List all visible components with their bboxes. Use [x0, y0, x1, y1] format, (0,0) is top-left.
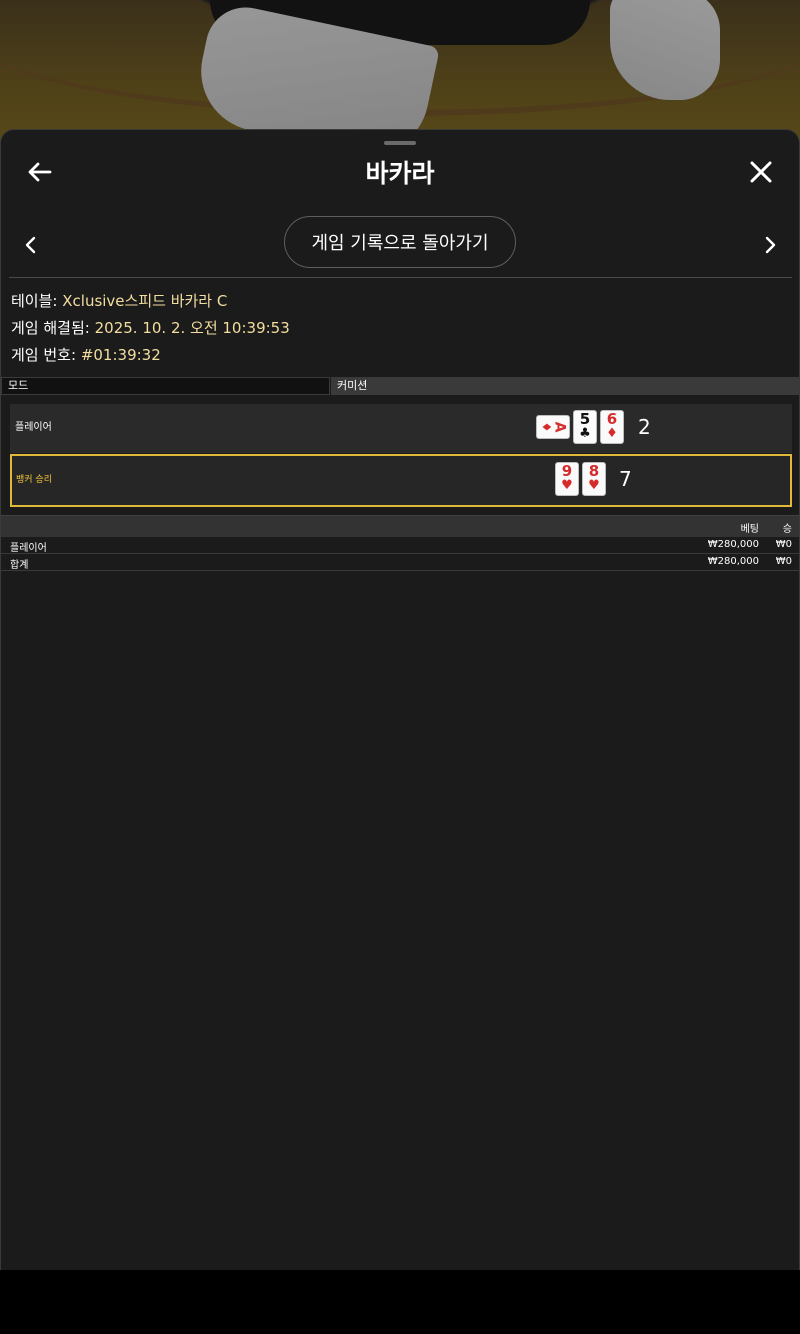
table-row: 플레이어 ₩280,000 ₩0: [1, 537, 799, 554]
table-info: 테이블: Xclusive스피드 바카라 C: [11, 288, 791, 315]
table-label: 테이블:: [11, 292, 58, 310]
banker-card-1: 9 ♥: [555, 462, 579, 496]
resolved-label: 게임 해결됨:: [11, 319, 90, 337]
card-suit-icon: ♣: [579, 426, 591, 441]
card-rank: 8: [588, 462, 600, 480]
card-rank: 9: [561, 462, 573, 480]
bets-table-header: 베팅 승: [1, 515, 799, 537]
card-rank: 6: [606, 410, 618, 428]
bet-amount: ₩280,000: [707, 539, 759, 550]
chevron-right-icon: [765, 236, 776, 254]
back-to-history-button[interactable]: 게임 기록으로 돌아가기: [284, 216, 516, 268]
divider: [9, 277, 792, 278]
mode-bar: 모드 커미션: [1, 377, 799, 396]
previous-game-button[interactable]: [17, 232, 43, 258]
close-icon: [750, 161, 772, 183]
game-number-value: #01:39:32: [80, 346, 161, 364]
banker-hand-label: 뱅커 승리: [16, 475, 52, 485]
bets-table: 베팅 승 플레이어 ₩280,000 ₩0 합계 ₩280,000 ₩0: [1, 515, 799, 571]
hands-section: 플레이어 ♦ A 5 ♣ 6 ♦ 2 뱅커 승리 9 ♥ 8 ♥ 7: [10, 404, 792, 507]
mode-label: 모드: [1, 377, 330, 395]
bet-name: 플레이어: [10, 543, 47, 554]
player-score: 2: [638, 415, 651, 439]
table-value: Xclusive스피드 바카라 C: [62, 292, 228, 310]
player-hand-row: 플레이어 ♦ A 5 ♣ 6 ♦ 2: [10, 404, 792, 453]
game-nav-row: 게임 기록으로 돌아가기: [1, 216, 799, 276]
player-hand-label: 플레이어: [15, 422, 52, 433]
game-history-sheet: 바카라 게임 기록으로 돌아가기 테이블: Xclusive스피드 바카라 C …: [0, 129, 800, 1271]
banker-score: 7: [619, 467, 632, 491]
player-cards: ♦ A 5 ♣ 6 ♦: [536, 410, 624, 444]
banker-card-2: 8 ♥: [582, 462, 606, 496]
resolved-value: 2025. 10. 2. 오전 10:39:53: [94, 319, 290, 337]
card-suit-icon: ♥: [588, 478, 600, 493]
card-rank: 5: [579, 410, 591, 428]
close-button[interactable]: [745, 156, 777, 188]
resolved-info: 게임 해결됨: 2025. 10. 2. 오전 10:39:53: [11, 315, 791, 342]
next-game-button[interactable]: [758, 232, 784, 258]
game-info: 테이블: Xclusive스피드 바카라 C 게임 해결됨: 2025. 10.…: [11, 288, 791, 369]
player-card-2: 5 ♣: [573, 410, 597, 444]
chevron-left-icon: [25, 236, 36, 254]
player-card-1: ♦ A: [536, 415, 570, 439]
total-label: 합계: [10, 560, 29, 571]
table-row-total: 합계 ₩280,000 ₩0: [1, 554, 799, 571]
page-title: 바카라: [365, 159, 435, 188]
total-bet-amount: ₩280,000: [707, 556, 759, 567]
system-nav-bar: [0, 1270, 800, 1334]
bet-column-header: 베팅: [740, 524, 759, 535]
card-suit-icon: ♥: [561, 478, 573, 493]
banker-cards: 9 ♥ 8 ♥: [555, 462, 606, 496]
banker-hand-row: 뱅커 승리 9 ♥ 8 ♥ 7: [10, 454, 792, 507]
card-suit-icon: ♦: [606, 426, 618, 441]
win-column-header: 승: [782, 524, 792, 535]
game-number-label: 게임 번호:: [11, 346, 77, 364]
win-amount: ₩0: [775, 539, 792, 550]
sheet-header: 바카라: [1, 130, 799, 216]
commission-label: 커미션: [331, 377, 799, 395]
card-rank: A: [551, 421, 568, 433]
game-number-info: 게임 번호: #01:39:32: [11, 342, 791, 369]
player-card-3: 6 ♦: [600, 410, 624, 444]
total-win-amount: ₩0: [775, 556, 792, 567]
